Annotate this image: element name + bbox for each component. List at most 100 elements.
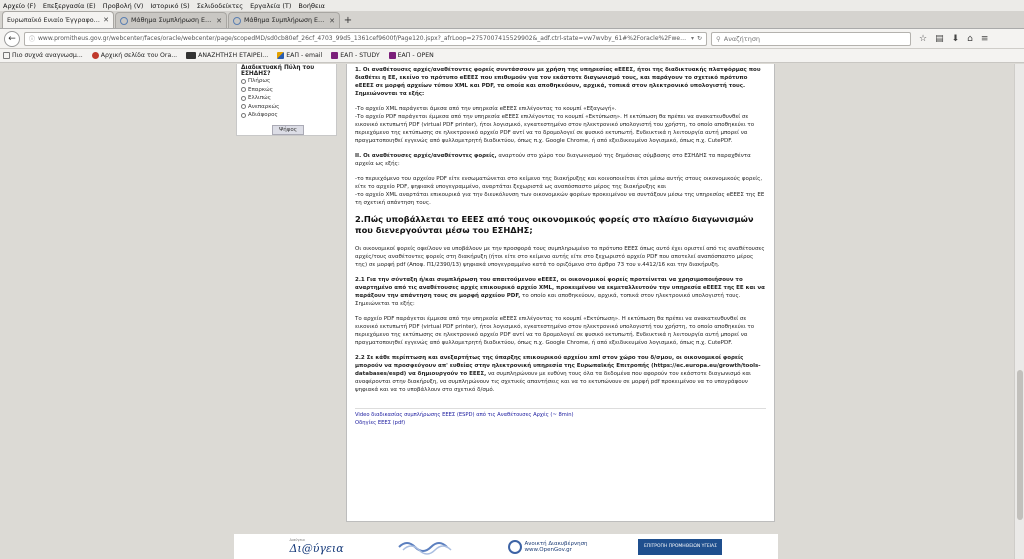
- tab-course-1[interactable]: Μάθημα Συμπλήρωση ΕΕ... ✕: [115, 12, 227, 28]
- navigation-bar: ← ⓘ www.promitheus.gov.gr/webcenter/face…: [0, 29, 1024, 49]
- radio-icon[interactable]: [241, 87, 246, 93]
- poll-widget: Διαδικτυακή Πύλη του ΕΣΗΔΗΣ? Πλήρως Επαρ…: [236, 64, 337, 136]
- paragraph: -το περιεχόμενο του αρχείου PDF είτε ενσ…: [355, 176, 763, 190]
- tab-espd[interactable]: Ευρωπαϊκό Ενιαίο Έγγραφο Σύ... ✕: [2, 11, 114, 28]
- paragraph: Το αρχείο PDF παράγεται έμμεσα από την υ…: [355, 316, 755, 346]
- poll-option-label: Ανεπαρκώς: [248, 103, 280, 110]
- footer-logos: Διαύγεια Δι@ύγεια Ανοικτή Διακυβέρνηση w…: [234, 534, 778, 559]
- guide-pdf-link[interactable]: Οδηγίες ΕΕΕΣ (pdf): [355, 419, 766, 427]
- toolbar-icons: ☆ ▤ ⬇ ⌂ ≡: [919, 34, 988, 44]
- reload-icon[interactable]: ↻: [697, 35, 702, 42]
- opengov-logo[interactable]: Ανοικτή Διακυβέρνηση www.OpenGov.gr: [507, 539, 588, 554]
- globe-icon: [233, 16, 241, 25]
- poll-option[interactable]: Αδιάφορος: [241, 111, 332, 120]
- poll-option-label: Ελλιπώς: [248, 95, 271, 102]
- search-input[interactable]: [723, 34, 906, 43]
- new-tab-button[interactable]: +: [341, 13, 355, 27]
- close-icon[interactable]: ✕: [103, 16, 109, 24]
- radio-icon[interactable]: [241, 104, 246, 110]
- poll-option-label: Επαρκώς: [248, 86, 273, 93]
- opengov-url: www.OpenGov.gr: [524, 546, 572, 553]
- paragraph: 2.1 Για την σύνταξη ή/και συμπλήρωση του…: [355, 276, 766, 308]
- radio-icon[interactable]: [241, 112, 246, 118]
- swirl-logo[interactable]: [395, 538, 457, 556]
- dropdown-icon[interactable]: ▾: [691, 35, 694, 42]
- tab-label: Μάθημα Συμπλήρωση ΕΕ...: [244, 17, 327, 24]
- poll-option[interactable]: Ανεπαρκώς: [241, 103, 332, 112]
- tab-strip: Ευρωπαϊκό Ενιαίο Έγγραφο Σύ... ✕ Μάθημα …: [0, 11, 1024, 29]
- menu-tools[interactable]: Εργαλεία (T): [250, 2, 291, 10]
- bookmark-eap-study[interactable]: ΕΑΠ - STUDY: [331, 52, 380, 59]
- tab-label: Ευρωπαϊκό Ενιαίο Έγγραφο Σύ...: [7, 16, 101, 24]
- paragraph: 1. Οι αναθέτουσες αρχές/αναθέτοντες φορε…: [355, 67, 761, 97]
- star-icon[interactable]: ☆: [919, 34, 927, 44]
- close-icon[interactable]: ✕: [329, 17, 335, 25]
- download-icon[interactable]: ⬇: [952, 34, 960, 44]
- menu-history[interactable]: Ιστορικό (S): [150, 2, 189, 10]
- menu-help[interactable]: Βοήθεια: [298, 2, 325, 10]
- bookmarks-bar: Πιο συχνά αναγνωσμ... Αρχική σελίδα του …: [0, 49, 1024, 63]
- bookmark-label: Αρχική σελίδα του Ora...: [100, 52, 178, 59]
- eap-icon: [331, 52, 339, 59]
- resource-links: Video διαδικασίας συμπλήρωσης ΕΕΕΣ (ESPD…: [355, 408, 766, 427]
- page-viewport: Διαδικτυακή Πύλη του ΕΣΗΔΗΣ? Πλήρως Επαρ…: [0, 64, 1014, 559]
- menu-view[interactable]: Προβολή (V): [103, 2, 144, 10]
- folder-icon: [3, 52, 10, 59]
- paragraph: ΙΙ. Οι αναθέτουσες αρχές/αναθέτοντες φορ…: [355, 152, 766, 168]
- radio-icon[interactable]: [241, 95, 246, 101]
- reading-list-icon[interactable]: ▤: [935, 34, 944, 44]
- info-icon[interactable]: ⓘ: [29, 34, 35, 43]
- bookmark-label: Πιο συχνά αναγνωσμ...: [12, 52, 83, 59]
- paragraph: Οι οικονομικοί φορείς οφείλουν να υποβάλ…: [355, 246, 765, 268]
- paragraph: 2.2 Σε κάθε περίπτωση και ανεξαρτήτως τη…: [355, 354, 766, 394]
- eap-icon: [277, 52, 285, 59]
- diavgeia-wordmark: Δι@ύγεια: [289, 542, 344, 555]
- bookmark-most-visited[interactable]: Πιο συχνά αναγνωσμ...: [3, 52, 83, 59]
- bookmark-eap-email[interactable]: ΕΑΠ - email: [277, 52, 322, 59]
- radio-icon[interactable]: [241, 78, 246, 84]
- article-content: 1. Οι αναθέτουσες αρχές/αναθέτοντες φορε…: [346, 64, 775, 522]
- poll-option-label: Πλήρως: [248, 78, 271, 85]
- diavgeia-logo[interactable]: Διαύγεια Δι@ύγεια: [289, 538, 343, 555]
- back-button[interactable]: ←: [4, 30, 20, 47]
- search-icon: ⚲: [716, 34, 721, 43]
- bookmark-eap-open[interactable]: ΕΑΠ - OPEN: [388, 52, 434, 59]
- vote-button[interactable]: Ψήφος: [272, 124, 304, 135]
- scrollbar-thumb[interactable]: [1017, 370, 1023, 520]
- oracle-icon: [91, 52, 99, 59]
- menu-bar: Αρχείο (F) Επεξεργασία (E) Προβολή (V) Ι…: [0, 0, 1024, 11]
- tab-label: Μάθημα Συμπλήρωση ΕΕ...: [131, 17, 214, 24]
- search-bar[interactable]: ⚲: [711, 31, 911, 46]
- flag-icon: [186, 52, 197, 59]
- url-text: www.promitheus.gov.gr/webcenter/faces/or…: [38, 35, 688, 42]
- poll-option[interactable]: Ελλιπώς: [241, 94, 332, 103]
- menu-file[interactable]: Αρχείο (F): [3, 2, 36, 10]
- bookmark-label: ΑΝΑΖΗΤΗΣΗ ΕΤΑΙΡΕΙ...: [198, 52, 269, 59]
- poll-option-label: Αδιάφορος: [248, 112, 278, 119]
- vertical-scrollbar[interactable]: [1014, 64, 1024, 559]
- menu-bookmarks[interactable]: Σελιδοδείκτες: [197, 2, 243, 10]
- eap-icon: [388, 52, 396, 59]
- bookmark-label: ΕΑΠ - email: [286, 52, 323, 59]
- close-icon[interactable]: ✕: [216, 17, 222, 25]
- opengov-icon: [507, 539, 522, 554]
- paragraph: -το αρχείο XML αναρτάται επικουρικά για …: [355, 192, 765, 206]
- video-link[interactable]: Video διαδικασίας συμπλήρωσης ΕΕΕΣ (ESPD…: [355, 411, 766, 419]
- home-icon[interactable]: ⌂: [967, 34, 973, 44]
- paragraph-bold: ΙΙ. Οι αναθέτουσες αρχές/αναθέτοντες φορ…: [355, 153, 497, 159]
- tab-course-2[interactable]: Μάθημα Συμπλήρωση ΕΕ... ✕: [228, 12, 340, 28]
- globe-icon: [120, 16, 128, 25]
- hamburger-menu-icon[interactable]: ≡: [981, 34, 989, 44]
- paragraph: -Το αρχείο XML παράγεται άμεσα από την υ…: [355, 106, 617, 112]
- bookmark-company-search[interactable]: ΑΝΑΖΗΤΗΣΗ ΕΤΑΙΡΕΙ...: [186, 52, 268, 59]
- bookmark-label: ΕΑΠ - STUDY: [340, 52, 380, 59]
- poll-title: Διαδικτυακή Πύλη του ΕΣΗΔΗΣ?: [241, 65, 315, 77]
- menu-edit[interactable]: Επεξεργασία (E): [43, 2, 96, 10]
- poll-option[interactable]: Επαρκώς: [241, 86, 332, 95]
- address-bar[interactable]: ⓘ www.promitheus.gov.gr/webcenter/faces/…: [24, 31, 707, 46]
- bookmark-oracle-home[interactable]: Αρχική σελίδα του Ora...: [91, 52, 178, 59]
- bookmark-label: ΕΑΠ - OPEN: [397, 52, 434, 59]
- health-procurement-logo[interactable]: ΕΠΙΤΡΟΠΗ ΠΡΟΜΗΘΕΙΩΝ ΥΓΕΙΑΣ: [638, 538, 723, 555]
- paragraph: -Το αρχείο PDF παράγεται έμμεσα από την …: [355, 114, 755, 144]
- poll-option[interactable]: Πλήρως: [241, 77, 332, 86]
